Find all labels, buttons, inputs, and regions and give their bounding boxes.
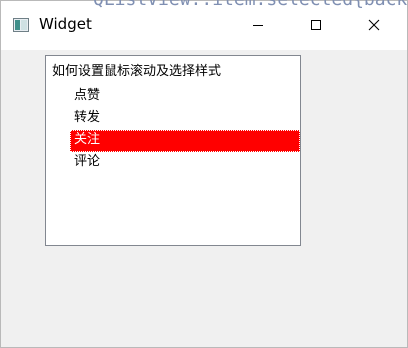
close-icon <box>368 16 380 35</box>
maximize-icon <box>310 16 322 35</box>
title-bar[interactable]: QListView::item:selected{background Widg… <box>1 0 408 50</box>
list-item[interactable]: 点赞 <box>70 86 300 108</box>
minimize-icon <box>252 16 264 35</box>
list-view[interactable]: 如何设置鼠标滚动及选择样式 点赞 转发 关注 评论 <box>45 55 301 246</box>
minimize-button[interactable] <box>235 1 281 50</box>
widget-window: QListView::item:selected{background Widg… <box>0 0 408 348</box>
list-item[interactable]: 转发 <box>70 108 300 130</box>
app-window-icon <box>13 17 29 32</box>
list-item-selected[interactable]: 关注 <box>70 130 300 152</box>
list-item[interactable]: 评论 <box>70 152 300 174</box>
close-button[interactable] <box>351 1 397 50</box>
maximize-button[interactable] <box>293 1 339 50</box>
window-title: Widget <box>39 15 92 33</box>
list-header: 如何设置鼠标滚动及选择样式 <box>52 64 222 79</box>
